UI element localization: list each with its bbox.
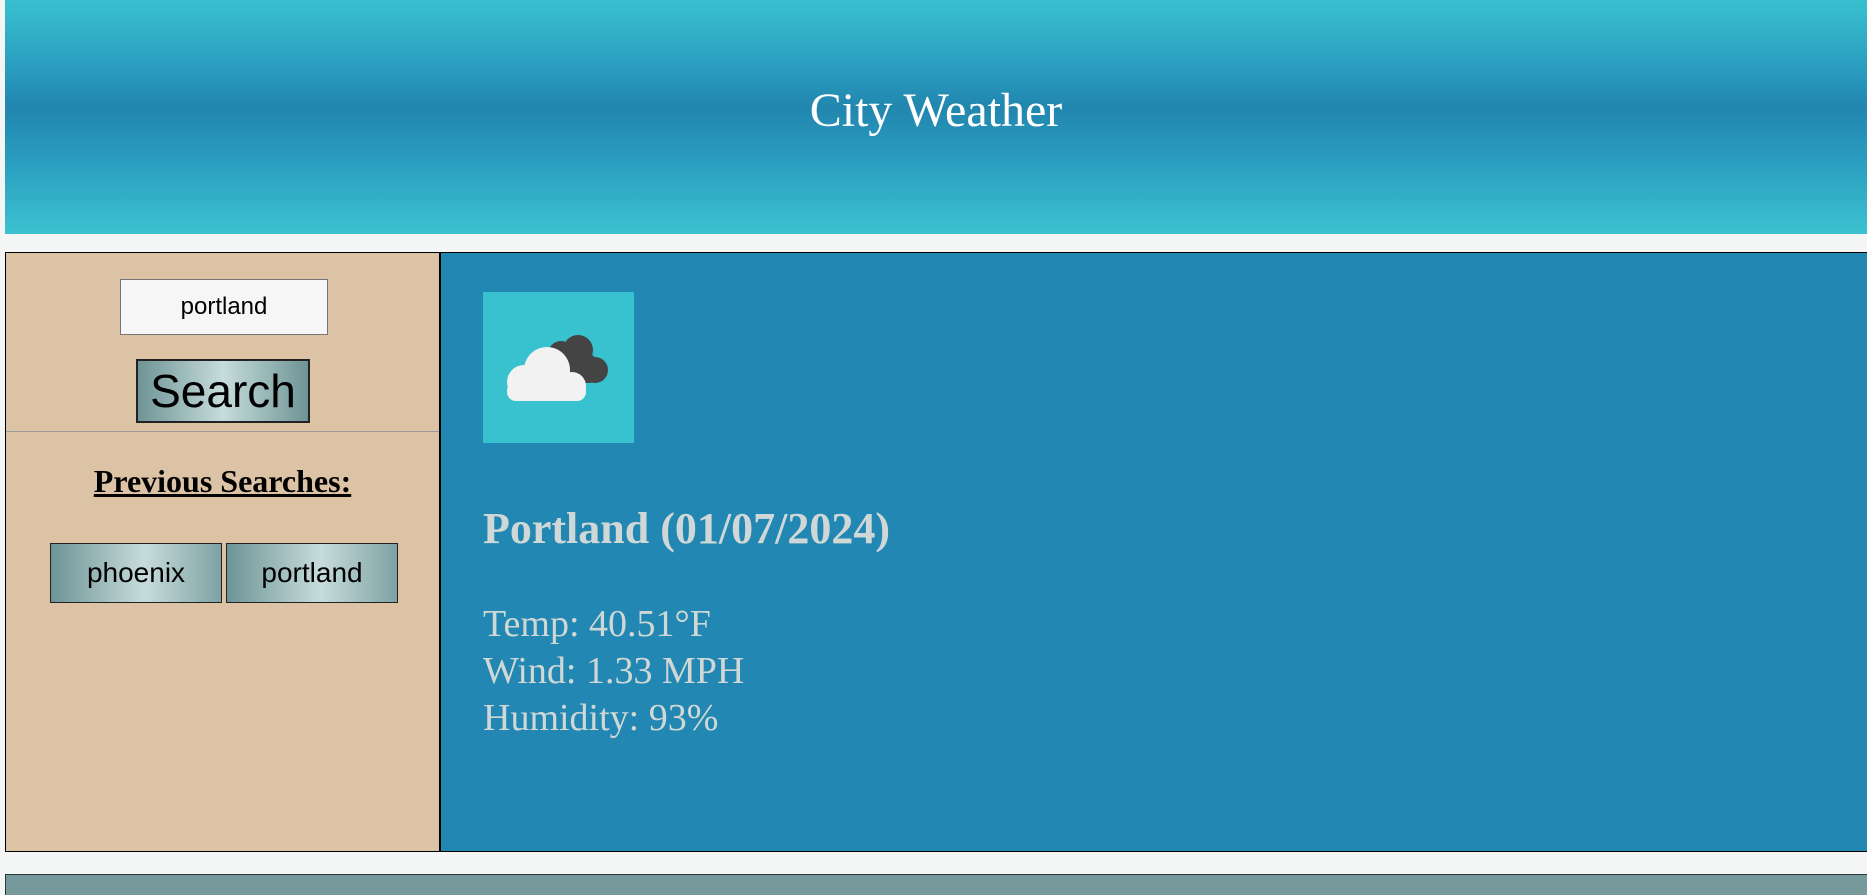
previous-searches-heading: Previous Searches: <box>93 463 352 499</box>
search-button[interactable]: Search <box>136 359 310 423</box>
cloudy-icon <box>483 292 634 443</box>
history-button-portland[interactable]: portland <box>226 543 398 603</box>
page-header: City Weather <box>5 0 1867 234</box>
city-search-input[interactable] <box>120 279 328 335</box>
humidity-value: Humidity: 93% <box>483 697 719 739</box>
weather-stats: Temp: 40.51°F Wind: 1.33 MPH Humidity: 9… <box>483 601 744 742</box>
current-weather-panel: Portland (01/07/2024) Temp: 40.51°F Wind… <box>440 252 1867 852</box>
temperature-value: Temp: 40.51°F <box>483 603 711 645</box>
wind-value: Wind: 1.33 MPH <box>483 650 745 692</box>
page-title: City Weather <box>809 83 1063 137</box>
history-button-phoenix[interactable]: phoenix <box>50 543 222 603</box>
forecast-section-top <box>5 874 1867 895</box>
previous-searches-list: phoenix portland <box>50 543 398 603</box>
search-sidebar: Search Previous Searches: phoenix portla… <box>5 252 440 852</box>
search-form: Search <box>6 253 439 432</box>
city-date-heading: Portland (01/07/2024) <box>483 504 890 553</box>
